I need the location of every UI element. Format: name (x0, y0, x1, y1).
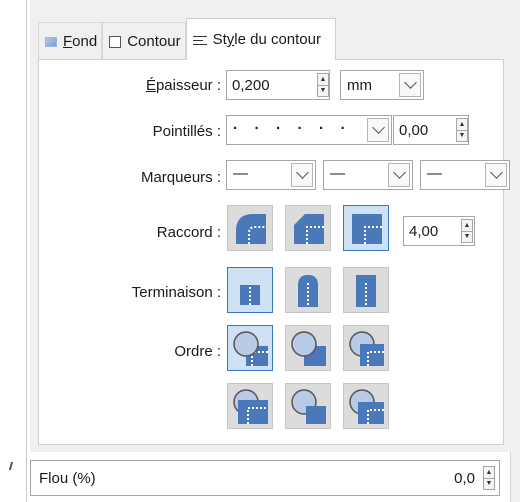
square-cap-icon (356, 275, 376, 307)
blur-label: Flou (%) (39, 470, 96, 487)
chevron-down-icon[interactable] (291, 163, 313, 187)
mid-marker-preview: — (330, 165, 345, 182)
order-markers-fill-stroke-icon (233, 389, 268, 424)
dash-pattern-preview: · · · · · · (233, 120, 347, 137)
raccord-label: Raccord : (156, 224, 221, 241)
stroke-style-icon (192, 34, 207, 46)
miter-limit-value: 4,00 (409, 222, 439, 240)
order-button-3[interactable] (343, 325, 389, 371)
start-marker-select[interactable]: — (226, 160, 316, 190)
bevel-join-button[interactable] (285, 205, 331, 251)
unit-select[interactable]: mm (340, 70, 424, 100)
order-button-1[interactable] (227, 325, 273, 371)
dash-pattern-select[interactable]: · · · · · · (226, 115, 392, 145)
order-button-4[interactable] (227, 383, 273, 429)
epaisseur-value: 0,200 (232, 76, 270, 94)
end-marker-select[interactable]: — (420, 160, 510, 190)
miter-join-icon (352, 214, 382, 244)
resize-grip (8, 462, 14, 470)
bevel-join-icon (294, 214, 324, 244)
stroke-style-page: Épaisseur : 0,200 ▲ ▼ mm Pointillés : · ·… (38, 59, 510, 445)
miter-join-button[interactable] (343, 205, 389, 251)
blur-field[interactable]: Flou (%) 0,0 ▲ ▼ (30, 460, 500, 496)
order-markers-stroke-fill-icon (349, 389, 384, 424)
order-stroke-fill-markers-icon (291, 331, 326, 366)
tab-strip: Fond Contour Style du contour (38, 18, 336, 60)
contour-icon (109, 35, 122, 48)
unit-value: mm (347, 77, 372, 94)
terminaison-label: Terminaison : (131, 284, 221, 301)
round-join-button[interactable] (227, 205, 273, 251)
epaisseur-input[interactable]: 0,200 (226, 70, 330, 100)
dash-offset-value: 0,00 (399, 121, 429, 139)
tab-contour[interactable]: Contour (102, 22, 186, 60)
square-cap-button[interactable] (343, 267, 389, 313)
epaisseur-label: Épaisseur : (145, 77, 221, 94)
order-button-2[interactable] (285, 325, 331, 371)
order-button-6[interactable] (343, 383, 389, 429)
tab-style-label: Style du contour (212, 31, 321, 48)
order-fill-stroke-markers-icon (233, 331, 268, 366)
butt-cap-button[interactable] (227, 267, 273, 313)
marqueurs-label: Marqueurs : (140, 169, 221, 186)
pointilles-label: Pointillés : (152, 123, 221, 140)
order-stroke-markers-fill-icon (291, 389, 326, 424)
miter-limit-spinner[interactable]: ▲ ▼ (461, 219, 473, 243)
blur-value: 0,0 (454, 470, 475, 487)
chevron-down-icon[interactable] (388, 163, 410, 187)
round-cap-icon (298, 275, 318, 307)
dash-offset-spinner[interactable]: ▲ ▼ (456, 118, 468, 142)
order-fill-markers-stroke-icon (349, 331, 384, 366)
tab-fond-label: Fond (63, 33, 98, 50)
chevron-down-icon[interactable] (485, 163, 507, 187)
tab-fond[interactable]: Fond (38, 22, 103, 60)
chevron-down-icon[interactable] (367, 118, 389, 142)
epaisseur-spinner[interactable]: ▲ ▼ (317, 73, 329, 97)
order-button-5[interactable] (285, 383, 331, 429)
round-join-icon (236, 214, 266, 244)
start-marker-preview: — (233, 165, 248, 182)
end-marker-preview: — (427, 165, 442, 182)
chevron-down-icon[interactable] (399, 73, 421, 97)
mid-marker-select[interactable]: — (323, 160, 413, 190)
butt-cap-icon (240, 285, 260, 305)
round-cap-button[interactable] (285, 267, 331, 313)
blur-spinner[interactable]: ▲ ▼ (483, 466, 495, 490)
ordre-label: Ordre : (174, 343, 221, 360)
panel-left-edge (26, 0, 27, 502)
fill-stroke-dialog: Fond Contour Style du contour Épaisseur … (30, 0, 512, 452)
fill-icon (45, 36, 57, 47)
tab-style-du-contour[interactable]: Style du contour (185, 18, 336, 60)
tab-contour-label: Contour (127, 33, 181, 50)
